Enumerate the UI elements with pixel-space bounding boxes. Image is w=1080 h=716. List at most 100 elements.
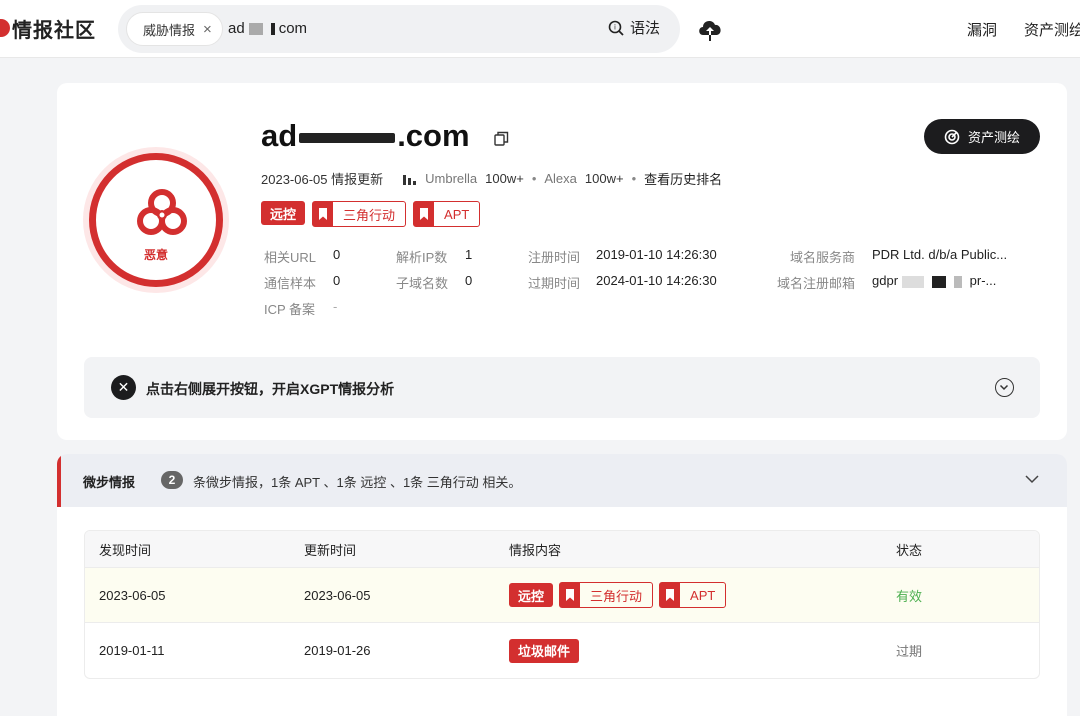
tag-spam[interactable]: 垃圾邮件: [509, 638, 580, 663]
intel-table: 发现时间 更新时间 情报内容 状态 2023-06-05 2023-06-05 …: [84, 530, 1040, 679]
col-status: 状态: [896, 542, 923, 558]
table-row[interactable]: 2023-06-05 2023-06-05 远控 三角行动 APT 有效: [85, 568, 1039, 623]
xgpt-prompt: 点击右侧展开按钮，开启XGPT情报分析: [146, 381, 395, 397]
field-key: 解析IP数: [396, 250, 448, 265]
alexa-label: Alexa: [544, 171, 577, 186]
tag-remote-control[interactable]: 远控: [261, 201, 306, 225]
field-comm-samples: 通信样本 0: [264, 273, 340, 292]
tag-list: 远控 三角行动 APT: [261, 201, 481, 227]
syntax-search-icon: i: [608, 20, 624, 36]
logo-title[interactable]: 情报社区: [12, 14, 96, 43]
tag-operation-triangulation[interactable]: 三角行动: [559, 582, 654, 608]
field-value[interactable]: 0: [333, 247, 340, 262]
xgpt-icon: ✕: [111, 375, 136, 400]
redaction-mask: [902, 275, 925, 288]
rank-history-link[interactable]: 查看历史排名: [644, 169, 722, 188]
redaction-mask: [270, 23, 275, 36]
field-value: -: [333, 299, 338, 314]
redaction-mask: [299, 132, 396, 143]
umbrella-rank: 100w+: [485, 171, 524, 186]
nav-asset-mapping[interactable]: 资产测绘: [1024, 19, 1080, 40]
tag-operation-triangulation[interactable]: 三角行动: [312, 201, 407, 227]
asset-mapping-label: 资产测绘: [967, 130, 1020, 145]
biohazard-icon: [137, 189, 187, 235]
search-scope-label: 威胁情报: [143, 22, 196, 38]
field-value: 2019-01-10 14:26:30: [596, 247, 717, 262]
expand-toggle-icon[interactable]: [995, 378, 1014, 397]
section-summary: 条微步情报，1条 APT 、1条 远控 、1条 三角行动 相关。: [193, 475, 522, 490]
bookmark-icon: [660, 583, 681, 607]
tag-apt[interactable]: APT: [659, 582, 727, 608]
verdict-badge: 恶意: [83, 147, 229, 293]
table-header: 发现时间 更新时间 情报内容 状态: [85, 531, 1039, 568]
verdict-label: 恶意: [143, 248, 168, 262]
search-box[interactable]: 威胁情报 × ad com i 语法: [118, 5, 680, 53]
umbrella-label: Umbrella: [425, 171, 478, 186]
tag-apt[interactable]: APT: [413, 201, 481, 227]
alexa-rank: 100w+: [584, 171, 624, 186]
found-time: 2019-01-11: [99, 643, 165, 658]
status-badge: 过期: [896, 644, 923, 659]
update-time: 2023-06-05: [304, 587, 371, 603]
cloud-upload-icon[interactable]: [697, 17, 723, 41]
intel-count-badge: 2: [161, 471, 183, 489]
status-badge: 有效: [896, 588, 923, 604]
redaction-mask: [932, 275, 947, 288]
nav-vulnerability[interactable]: 漏洞: [967, 19, 997, 40]
field-key: 通信样本: [264, 276, 317, 291]
field-value[interactable]: 1: [465, 247, 472, 262]
col-found-time: 发现时间: [99, 542, 152, 558]
search-scope-chip[interactable]: 威胁情报 ×: [126, 12, 223, 46]
field-key: 域名注册邮箱: [777, 276, 856, 291]
intel-tags: 垃圾邮件: [509, 623, 580, 678]
domain-title: ad .com: [261, 118, 470, 154]
update-time: 2019-01-26: [304, 643, 371, 658]
field-value[interactable]: 0: [465, 273, 472, 288]
field-value[interactable]: 0: [333, 273, 340, 288]
field-key: 相关URL: [264, 250, 317, 265]
top-bar: 情报社区 威胁情报 × ad com i 语法 漏洞 资产测绘: [0, 0, 1080, 58]
radar-icon: [944, 129, 960, 144]
field-value: PDR Ltd. d/b/a Public...: [872, 247, 1008, 262]
micro-intel-header[interactable]: 微步情报 2 条微步情报，1条 APT 、1条 远控 、1条 三角行动 相关。: [57, 454, 1067, 507]
close-icon[interactable]: ×: [203, 21, 212, 38]
tag-remote-control[interactable]: 远控: [509, 583, 554, 607]
meta-line: 2023-06-05 情报更新 Umbrella 100w+ • Alexa 1…: [261, 169, 723, 188]
redaction-mask: [248, 23, 263, 36]
domain-prefix: ad: [261, 118, 298, 153]
svg-text:i: i: [614, 23, 616, 31]
field-key: 域名服务商: [790, 250, 856, 265]
field-icp: ICP 备案 -: [264, 299, 337, 318]
bookmark-icon: [414, 202, 435, 226]
update-time: 2023-06-05 情报更新: [261, 172, 384, 187]
asset-mapping-button[interactable]: 资产测绘: [924, 119, 1040, 154]
search-input[interactable]: ad com: [228, 20, 307, 37]
copy-icon[interactable]: [494, 131, 509, 146]
field-key: 注册时间: [528, 250, 581, 265]
col-update-time: 更新时间: [304, 542, 357, 558]
field-value: 2024-01-10 14:26:30: [596, 273, 717, 288]
field-subdomains: 子域名数 0: [396, 273, 472, 292]
redaction-mask: [954, 275, 963, 288]
syntax-button[interactable]: i 语法: [608, 17, 660, 38]
xgpt-panel[interactable]: ✕ 点击右侧展开按钮，开启XGPT情报分析: [84, 357, 1040, 418]
tag-label: APT: [690, 587, 716, 603]
syntax-label: 语法: [629, 20, 660, 37]
bookmark-icon: [560, 583, 581, 607]
domain-suffix: .com: [397, 118, 470, 153]
section-title: 微步情报: [83, 475, 136, 490]
tag-label: 三角行动: [343, 207, 396, 223]
found-time: 2023-06-05: [99, 587, 166, 603]
summary-card: 恶意 ad .com 资产测绘 2023-06-05 情报更新 Umbrella …: [57, 83, 1067, 440]
table-row[interactable]: 2019-01-11 2019-01-26 垃圾邮件 过期: [85, 623, 1039, 678]
field-key: 过期时间: [528, 276, 581, 291]
field-key: 子域名数: [396, 276, 449, 291]
field-related-url: 相关URL 0: [264, 247, 340, 266]
field-registration-time: 注册时间 2019-01-10 14:26:30: [528, 247, 717, 266]
col-intel-content: 情报内容: [509, 542, 562, 558]
micro-intel-section: 微步情报 2 条微步情报，1条 APT 、1条 远控 、1条 三角行动 相关。 …: [57, 454, 1067, 716]
bar-chart-icon: [403, 174, 417, 185]
field-resolved-ip: 解析IP数 1: [396, 247, 472, 266]
field-expiry-time: 过期时间 2024-01-10 14:26:30: [528, 273, 717, 292]
chevron-down-icon[interactable]: [1025, 472, 1039, 486]
